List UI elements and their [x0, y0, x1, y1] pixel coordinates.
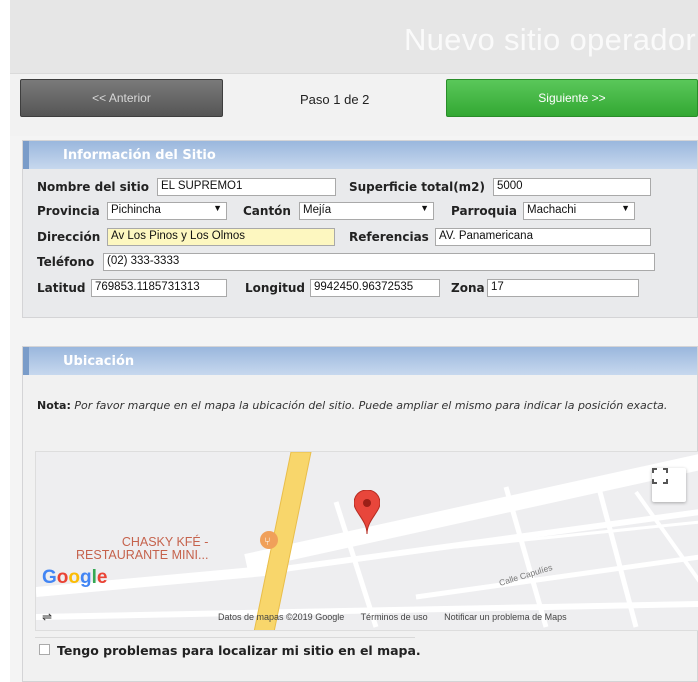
referencias-label: Referencias: [349, 230, 429, 244]
canton-select[interactable]: Mejía ▼: [299, 202, 434, 220]
nombre-input[interactable]: EL SUPREMO1: [157, 178, 336, 196]
page-frame: Nuevo sitio operador << Anterior Paso 1 …: [10, 0, 698, 682]
google-logo: Google: [42, 567, 108, 588]
terms-link[interactable]: Términos de uso: [361, 612, 428, 622]
telefono-input[interactable]: (02) 333-3333: [103, 253, 655, 271]
chevron-down-icon: ▼: [420, 203, 429, 213]
note-text: Por favor marque en el mapa la ubicación…: [74, 399, 668, 412]
previous-button[interactable]: << Anterior: [20, 79, 223, 117]
provincia-select[interactable]: Pichincha ▼: [107, 202, 227, 220]
nombre-label: Nombre del sitio: [37, 180, 149, 194]
longitud-input[interactable]: 9942450.96372535: [310, 279, 440, 297]
provincia-label: Provincia: [37, 204, 100, 218]
telefono-label: Teléfono: [37, 255, 95, 269]
site-info-panel: Información del Sitio Nombre del sitio E…: [22, 140, 698, 318]
location-heading: Ubicación: [63, 354, 135, 369]
svg-text:⑂: ⑂: [264, 535, 271, 548]
direccion-input[interactable]: Av Los Pinos y Los Olmos: [107, 228, 335, 246]
longitud-label: Longitud: [245, 281, 306, 295]
map-problem-checkbox[interactable]: [39, 644, 50, 655]
superficie-input[interactable]: 5000: [493, 178, 651, 196]
poi-line-2: RESTAURANTE MINI...: [76, 548, 209, 562]
chevron-down-icon: ▼: [213, 203, 222, 213]
fullscreen-icon: [652, 468, 668, 484]
note-label: Nota:: [37, 399, 71, 412]
canton-label: Cantón: [243, 204, 291, 218]
step-indicator: Paso 1 de 2: [300, 92, 370, 107]
map-menu-icon[interactable]: ⇌: [42, 610, 52, 624]
map-data-credit: Datos de mapas ©2019 Google: [218, 612, 345, 622]
referencias-input[interactable]: AV. Panamericana: [435, 228, 651, 246]
map-problem-row: Tengo problemas para localizar mi sitio …: [35, 637, 421, 661]
parroquia-select[interactable]: Machachi ▼: [523, 202, 635, 220]
location-panel: Ubicación Nota: Por favor marque en el m…: [22, 346, 698, 682]
latitud-input[interactable]: 769853.1185731313: [91, 279, 227, 297]
superficie-label: Superficie total(m2): [349, 180, 486, 194]
location-header: Ubicación: [23, 347, 697, 375]
site-info-heading: Información del Sitio: [63, 148, 216, 163]
map-pin-icon[interactable]: [354, 490, 380, 534]
map-problem-label[interactable]: Tengo problemas para localizar mi sitio …: [57, 643, 421, 658]
direccion-label: Dirección: [37, 230, 101, 244]
map-attribution: Datos de mapas ©2019 Google Términos de …: [218, 612, 581, 622]
location-note: Nota: Por favor marque en el mapa la ubi…: [37, 397, 687, 414]
zona-input[interactable]: 17: [487, 279, 639, 297]
report-problem-link[interactable]: Notificar un problema de Maps: [444, 612, 567, 622]
title-bar: Nuevo sitio operador: [10, 0, 698, 74]
canton-value: Mejía: [303, 204, 332, 216]
parroquia-label: Parroquia: [451, 204, 517, 218]
next-button[interactable]: Siguiente >>: [446, 79, 698, 117]
chevron-down-icon: ▼: [621, 203, 630, 213]
parroquia-value: Machachi: [527, 204, 577, 216]
poi-label: CHASKY KFÉ - RESTAURANTE MINI...: [76, 536, 208, 562]
zona-label: Zona: [451, 281, 485, 295]
map-view[interactable]: ⑂ CHASKY KFÉ - RESTAURANTE MINI... Calle…: [35, 451, 698, 631]
latitud-label: Latitud: [37, 281, 86, 295]
fullscreen-button[interactable]: [652, 468, 686, 502]
page-title: Nuevo sitio operador: [403, 22, 696, 57]
site-info-header: Información del Sitio: [23, 141, 697, 169]
provincia-value: Pichincha: [111, 204, 161, 216]
